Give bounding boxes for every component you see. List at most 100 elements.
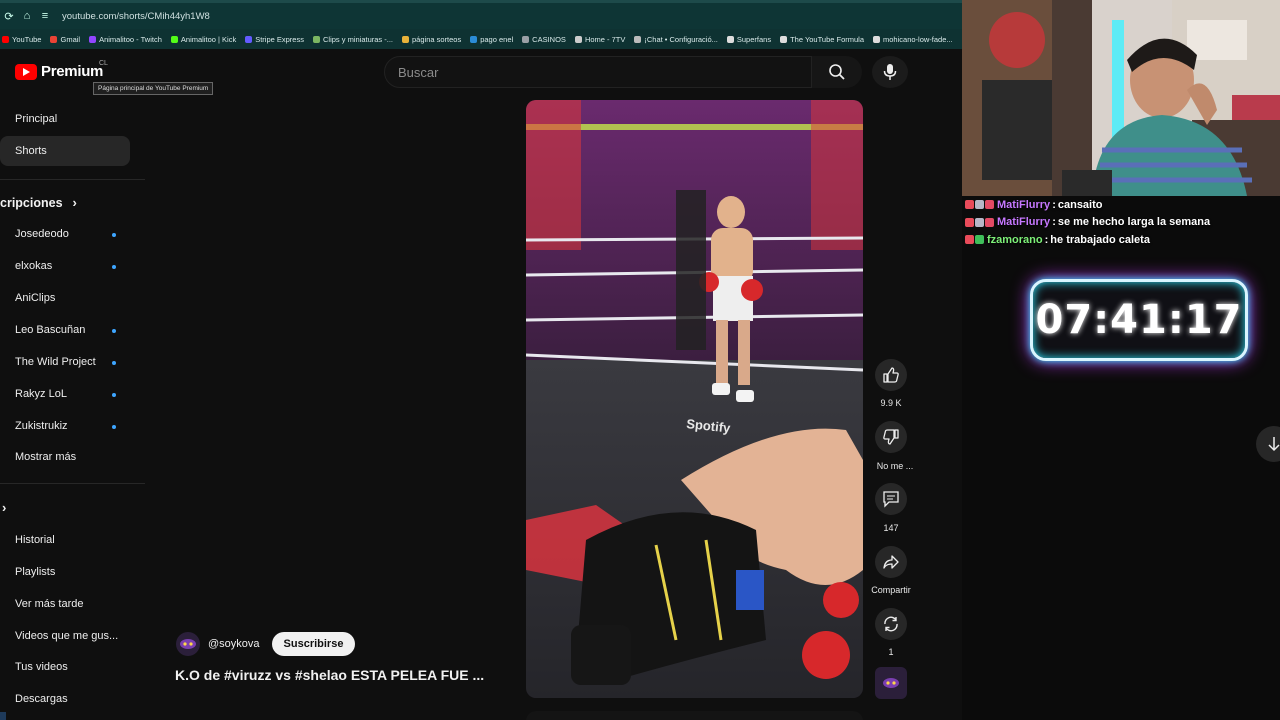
- youtube-premium-logo[interactable]: Premium: [15, 63, 103, 80]
- divider: [0, 483, 145, 484]
- short-video-player[interactable]: Spotify: [526, 100, 863, 698]
- you-section-header[interactable]: ›: [2, 500, 6, 515]
- bookmark-item[interactable]: The YouTube Formula: [780, 35, 864, 44]
- channel-handle[interactable]: @soykova: [208, 638, 260, 650]
- stream-timer: 07:41:17: [1030, 279, 1248, 361]
- bookmark-label: mohicano-low-fade...: [883, 34, 953, 44]
- heart-badge-icon: [965, 200, 974, 210]
- next-short-button[interactable]: [1256, 426, 1280, 462]
- sidebar-item-elxokas[interactable]: elxokas: [0, 251, 130, 281]
- address-bar[interactable]: ⟳ ⌂ ≡ youtube.com/shorts/CMih44yh1W8: [0, 3, 962, 29]
- sidebar-item-label: Historial: [15, 534, 55, 546]
- bookmark-label: Animalitoo - Twitch: [99, 34, 162, 44]
- url-text[interactable]: youtube.com/shorts/CMih44yh1W8: [62, 11, 210, 22]
- heart-badge-icon: [965, 217, 974, 227]
- sidebar-item-watch-later[interactable]: Ver más tarde: [0, 589, 130, 619]
- avatar-mask-icon: [180, 639, 196, 649]
- bookmark-item[interactable]: Animalitoo - Twitch: [89, 35, 162, 44]
- sidebar-item-label: Principal: [15, 113, 58, 125]
- comment-icon: [883, 491, 899, 508]
- sidebar-item-downloads[interactable]: Descargas: [0, 684, 130, 714]
- chat-colon: :: [1052, 216, 1056, 229]
- bookmark-favicon-icon: [634, 35, 642, 43]
- arrow-down-icon: [1268, 437, 1280, 452]
- bookmark-item[interactable]: mohicano-low-fade...: [873, 35, 953, 44]
- sidebar-item-liked-videos[interactable]: Videos que me gus...: [0, 621, 130, 651]
- audio-source-button[interactable]: [875, 667, 907, 699]
- bookmark-favicon-icon: [50, 35, 58, 43]
- sidebar-item-shorts[interactable]: Shorts: [0, 136, 130, 166]
- subscribe-button[interactable]: Suscribirse: [271, 632, 356, 656]
- search-button[interactable]: [812, 56, 862, 88]
- remix-count: 1: [888, 647, 894, 657]
- webcam-feed: [962, 0, 1280, 196]
- bookmark-favicon-icon: [312, 35, 320, 43]
- youtube-play-icon: [15, 63, 37, 80]
- subscriptions-header[interactable]: cripciones ›: [0, 195, 77, 210]
- bookmark-item[interactable]: YouTube: [2, 35, 41, 44]
- sidebar-item-zukistrukiz[interactable]: Zukistrukiz: [0, 411, 130, 441]
- bookmark-item[interactable]: Home - 7TV: [574, 35, 625, 44]
- home-icon[interactable]: ⌂: [18, 10, 36, 22]
- chat-message: MatiFlurry : cansaito: [965, 196, 1280, 214]
- chat-badges: [965, 217, 994, 227]
- sidebar-item-leo-bascunan[interactable]: Leo Bascuñan: [0, 315, 130, 345]
- short-title[interactable]: K.O de #viruzz vs #shelao ESTA PELEA FUE…: [175, 667, 484, 683]
- bookmark-item[interactable]: Animalitoo | Kick: [170, 35, 236, 44]
- bookmark-label: pago enel: [480, 34, 514, 44]
- sidebar-item-your-videos[interactable]: Tus videos: [0, 652, 130, 682]
- sidebar-item-rakyz-lol[interactable]: Rakyz LoL: [0, 379, 130, 409]
- bookmark-item[interactable]: pago enel: [470, 35, 513, 44]
- share-button[interactable]: [875, 546, 907, 578]
- bookmark-favicon-icon: [402, 35, 410, 43]
- share-icon: [883, 555, 899, 569]
- stream-chat: MatiFlurry : cansaito MatiFlurry : se me…: [965, 196, 1280, 249]
- search-input[interactable]: Buscar: [384, 56, 812, 88]
- bookmark-item[interactable]: Clips y miniaturas -...: [312, 35, 393, 44]
- sidebar-item-the-wild-project[interactable]: The Wild Project: [0, 347, 130, 377]
- remix-icon: [884, 616, 898, 632]
- channel-label: Josedeodo: [15, 228, 69, 240]
- divider: [0, 179, 145, 180]
- dislike-button[interactable]: [875, 421, 907, 453]
- subscriptions-title: cripciones: [0, 195, 63, 210]
- bookmark-item[interactable]: Stripe Express: [245, 35, 304, 44]
- next-short-preview[interactable]: [526, 711, 863, 720]
- bookmark-label: Stripe Express: [255, 34, 304, 44]
- bookmark-item[interactable]: CASINOS: [522, 35, 566, 44]
- gift-badge-icon: [985, 200, 994, 210]
- sidebar-item-show-more[interactable]: Mostrar más: [0, 442, 130, 472]
- sidebar-item-principal[interactable]: Principal: [0, 104, 130, 134]
- sidebar-item-josedeodo[interactable]: Josedeodo: [0, 219, 130, 249]
- sidebar-item-playlists[interactable]: Playlists: [0, 557, 130, 587]
- like-button[interactable]: [875, 359, 907, 391]
- reload-icon[interactable]: ⟳: [0, 10, 18, 23]
- chat-username: MatiFlurry: [997, 216, 1051, 229]
- site-info-icon[interactable]: ≡: [36, 10, 54, 22]
- logo-text: Premium: [41, 63, 104, 80]
- channel-label: elxokas: [15, 260, 53, 272]
- bookmark-label: ¡Chat • Configuració...: [644, 34, 718, 44]
- sidebar-item-aniclips[interactable]: AniClips: [0, 283, 130, 313]
- comment-count: 147: [883, 523, 899, 533]
- share-label: Compartir: [871, 585, 911, 595]
- bookmark-item[interactable]: Superfans: [726, 35, 771, 44]
- bookmarks-bar: YouTube Gmail Animalitoo - Twitch Animalito…: [0, 29, 962, 49]
- bookmark-item[interactable]: página sorteos: [402, 35, 461, 44]
- sidebar-item-label: Videos que me gus...: [15, 630, 119, 642]
- bookmark-favicon-icon: [522, 35, 530, 43]
- region-code: CL: [99, 60, 108, 67]
- sidebar-item-history[interactable]: Historial: [0, 525, 130, 555]
- chat-badges: [965, 200, 994, 210]
- remix-button[interactable]: [875, 608, 907, 640]
- comments-button[interactable]: [875, 483, 907, 515]
- sidebar-item-label: Ver más tarde: [15, 598, 84, 610]
- bookmark-item[interactable]: ¡Chat • Configuració...: [634, 35, 718, 44]
- streamer-webcam: [962, 0, 1280, 196]
- short-channel-row: @soykova Suscribirse: [176, 632, 356, 656]
- bookmark-label: CASINOS: [532, 34, 566, 44]
- bookmark-item[interactable]: Gmail: [50, 35, 80, 44]
- new-content-dot: [112, 425, 116, 429]
- voice-search-button[interactable]: [872, 56, 908, 88]
- channel-avatar[interactable]: [176, 632, 200, 656]
